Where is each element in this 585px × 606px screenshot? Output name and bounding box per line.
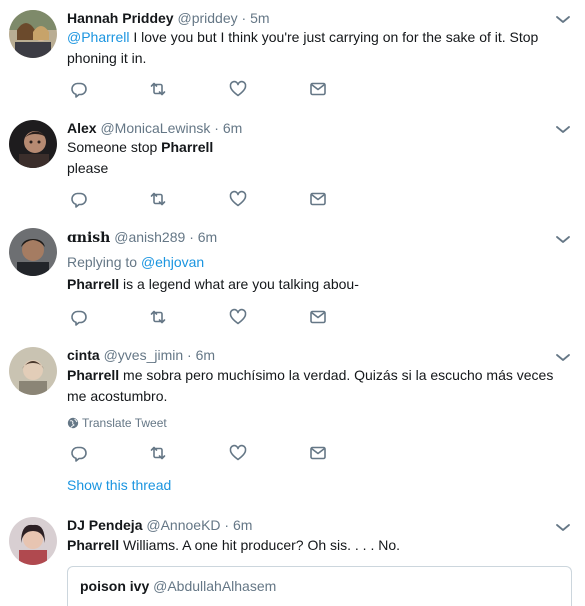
tweet-header: DJ Pendeja @AnnoeKD · 6m: [67, 516, 252, 534]
fullname[interactable]: Alex: [67, 120, 97, 136]
screenname[interactable]: @AnnoeKD: [146, 517, 220, 533]
tweet-text: Pharrell Williams. A one hit producer? O…: [67, 535, 572, 556]
fullname[interactable]: ɑnish: [67, 230, 110, 246]
quoted-fullname: poison ivy: [80, 578, 150, 594]
separator: ·: [214, 120, 219, 136]
bold-keyword: Pharrell: [161, 139, 214, 155]
caret-down-icon[interactable]: [555, 351, 571, 363]
caret-down-icon[interactable]: [555, 13, 571, 25]
tweet-header: cinta @yves_jimin · 6m: [67, 346, 215, 364]
timestamp[interactable]: 6m: [223, 120, 242, 136]
timestamp[interactable]: 6m: [196, 347, 215, 363]
tweet-text-body: me sobra pero muchísimo la verdad. Quizá…: [67, 367, 554, 404]
tweet-header: Alex @MonicaLewinsk · 6m: [67, 119, 242, 137]
fullname[interactable]: cinta: [67, 347, 100, 363]
tweet-text-body: I love you but I think you're just carry…: [67, 29, 539, 66]
like-icon[interactable]: [228, 79, 248, 99]
separator: ·: [224, 517, 230, 533]
tweet-text-body: is a legend what are you talking abou-: [119, 276, 359, 292]
like-icon[interactable]: [228, 189, 248, 209]
globe-icon: [67, 417, 79, 433]
tweet-header: ɑnish @anish289 · 6m: [67, 228, 217, 247]
tweet-text-body: Williams. A one hit producer? Oh sis. . …: [119, 537, 401, 553]
screenname[interactable]: @MonicaLewinsk: [100, 120, 210, 136]
quoted-tweet-header: poison ivy @AbdullahAlhasem: [80, 577, 276, 595]
reply-icon[interactable]: [69, 189, 89, 209]
fullname[interactable]: Hannah Priddey: [67, 10, 174, 26]
retweet-icon[interactable]: [148, 307, 168, 327]
tweet-text: @Pharrell I love you but I think you're …: [67, 27, 572, 69]
tweet-text: Someone stop Pharrell please: [67, 137, 572, 179]
tweet-actions: [67, 443, 367, 463]
direct-message-icon[interactable]: [308, 443, 328, 463]
separator: ·: [189, 229, 194, 245]
tweet-text-prefix: Someone stop: [67, 139, 162, 155]
bold-keyword: Pharrell: [67, 537, 120, 553]
timestamp[interactable]: 6m: [198, 229, 217, 245]
tweet-3[interactable]: ɑnish @anish289 · 6m Replying to @ehjova…: [0, 217, 585, 336]
timestamp[interactable]: 5m: [250, 10, 269, 26]
mention-link[interactable]: @Pharrell: [67, 29, 129, 45]
tweet-text-line2: please: [67, 160, 109, 176]
direct-message-icon[interactable]: [308, 79, 328, 99]
avatar[interactable]: [9, 120, 57, 168]
reply-icon[interactable]: [69, 79, 89, 99]
direct-message-icon[interactable]: [308, 307, 328, 327]
tweet-actions: [67, 189, 367, 209]
direct-message-icon[interactable]: [308, 189, 328, 209]
like-icon[interactable]: [228, 443, 248, 463]
bold-keyword: Pharrell: [67, 276, 120, 292]
show-thread-link[interactable]: Show this thread: [67, 476, 171, 494]
screenname[interactable]: @priddey: [177, 10, 237, 26]
avatar[interactable]: [9, 517, 57, 565]
like-icon[interactable]: [228, 307, 248, 327]
tweet-actions: [67, 307, 367, 327]
replying-label: Replying to: [67, 254, 141, 270]
replying-to: Replying to @ehjovan: [67, 253, 204, 271]
caret-down-icon[interactable]: [555, 521, 571, 533]
tweet-header: Hannah Priddey @priddey · 5m: [67, 9, 270, 27]
fullname[interactable]: DJ Pendeja: [67, 517, 142, 533]
timestamp[interactable]: 6m: [233, 517, 252, 533]
tweet-actions: [67, 79, 367, 99]
quoted-screenname: @AbdullahAlhasem: [153, 578, 277, 594]
tweet-2[interactable]: Alex @MonicaLewinsk · 6m Someone stop Ph…: [0, 107, 585, 218]
tweet-5[interactable]: DJ Pendeja @AnnoeKD · 6m Pharrell Willia…: [0, 505, 585, 606]
separator: ·: [187, 347, 192, 363]
bold-keyword: Pharrell: [67, 367, 120, 383]
retweet-icon[interactable]: [148, 79, 168, 99]
quoted-tweet-card[interactable]: poison ivy @AbdullahAlhasem: [67, 566, 572, 606]
replying-to-link[interactable]: @ehjovan: [141, 254, 204, 270]
avatar[interactable]: [9, 10, 57, 58]
tweet-1[interactable]: Hannah Priddey @priddey · 5m @Pharrell I…: [0, 0, 585, 108]
translate-label: Translate Tweet: [82, 416, 167, 430]
tweet-text: Pharrell is a legend what are you talkin…: [67, 274, 572, 295]
reply-icon[interactable]: [69, 443, 89, 463]
avatar[interactable]: [9, 347, 57, 395]
screenname[interactable]: @anish289: [114, 229, 185, 245]
separator: ·: [241, 10, 247, 26]
avatar[interactable]: [9, 228, 57, 276]
retweet-icon[interactable]: [148, 443, 168, 463]
reply-icon[interactable]: [69, 307, 89, 327]
caret-down-icon[interactable]: [555, 123, 571, 135]
caret-down-icon[interactable]: [555, 233, 571, 245]
translate-tweet[interactable]: Translate Tweet: [67, 415, 167, 433]
tweet-4[interactable]: cinta @yves_jimin · 6m Pharrell me sobra…: [0, 335, 585, 506]
tweet-text: Pharrell me sobra pero muchísimo la verd…: [67, 365, 572, 407]
retweet-icon[interactable]: [148, 189, 168, 209]
screenname[interactable]: @yves_jimin: [104, 347, 184, 363]
